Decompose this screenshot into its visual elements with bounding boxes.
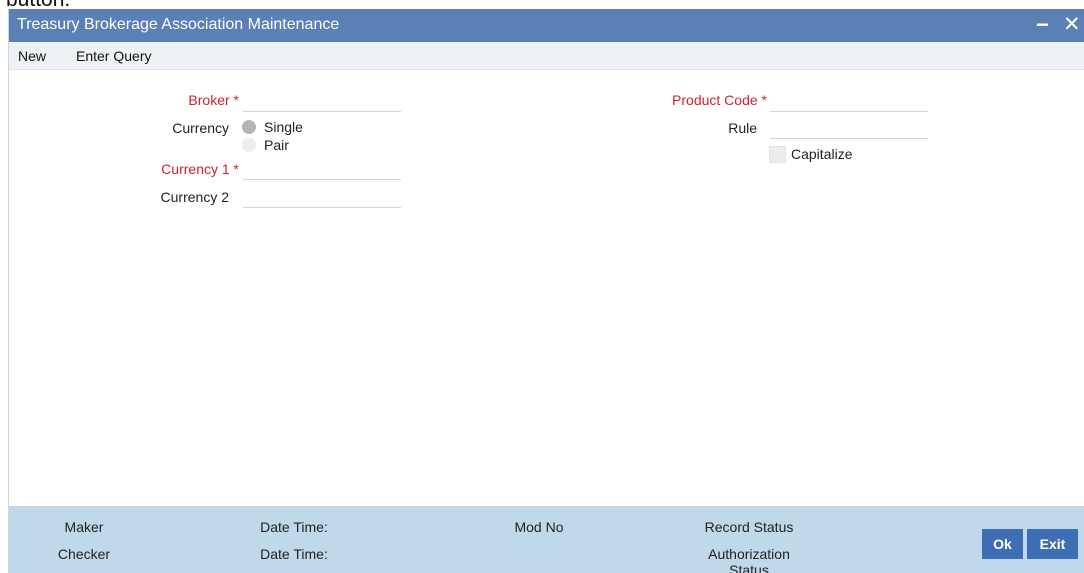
currency1-label: Currency 1 *	[161, 161, 239, 177]
menu-enter-query[interactable]: Enter Query	[76, 48, 151, 64]
broker-input[interactable]	[243, 111, 401, 112]
maker-date-time-label: Date Time:	[260, 519, 328, 535]
title-bar: Treasury Brokerage Association Maintenan…	[9, 9, 1084, 42]
exit-button[interactable]: Exit	[1027, 529, 1078, 559]
window-title: Treasury Brokerage Association Maintenan…	[17, 16, 340, 33]
product-code-label: Product Code *	[672, 92, 767, 108]
currency-pair-label: Pair	[264, 137, 289, 153]
overlay-text-crop: button.	[0, 0, 1084, 9]
menu-new[interactable]: New	[18, 48, 46, 64]
currency2-input[interactable]	[243, 207, 401, 208]
maintenance-window: Treasury Brokerage Association Maintenan…	[8, 9, 1084, 573]
authorization-status-label: Authorization Status	[708, 546, 790, 573]
rule-input[interactable]	[770, 138, 928, 139]
currency2-label: Currency 2	[160, 189, 229, 205]
close-icon[interactable]: ✕	[1063, 12, 1081, 37]
mod-no-label: Mod No	[514, 519, 564, 535]
maker-label: Maker	[64, 519, 104, 535]
currency-pair-radio[interactable]	[242, 138, 256, 152]
ok-button[interactable]: Ok	[982, 529, 1023, 559]
checker-label: Checker	[57, 546, 111, 562]
minimize-icon[interactable]: −	[1036, 12, 1049, 38]
capitalize-label: Capitalize	[791, 146, 853, 162]
record-status-label: Record Status	[704, 519, 794, 535]
checker-date-time-label: Date Time:	[260, 546, 328, 562]
broker-label: Broker *	[188, 92, 239, 108]
currency-single-radio[interactable]	[242, 120, 256, 134]
currency-label: Currency	[172, 120, 229, 136]
menu-bar: New Enter Query	[9, 42, 1084, 70]
audit-footer: Maker Checker Date Time: Date Time: Mod …	[9, 506, 1084, 573]
currency-single-label: Single	[264, 119, 303, 135]
currency1-input[interactable]	[243, 179, 401, 180]
capitalize-checkbox[interactable]	[769, 146, 786, 163]
overlay-text: button.	[6, 0, 70, 9]
product-code-input[interactable]	[770, 111, 928, 112]
rule-label: Rule	[728, 120, 757, 136]
